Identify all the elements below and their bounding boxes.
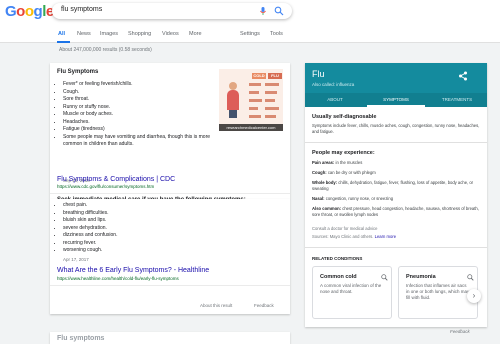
tab-videos[interactable]: Videos [162, 31, 179, 37]
list-item: Sore throat. [63, 96, 213, 104]
symptom-list: chest pain. breathing difficulties. blui… [63, 202, 117, 255]
next-arrow-button[interactable]: › [467, 289, 481, 303]
settings-link[interactable]: Settings [240, 31, 260, 37]
flu-tag: FLU [268, 73, 282, 79]
divider [305, 142, 487, 143]
snippet-title: Flu Symptoms [57, 69, 99, 75]
panel-subtitle: Also called: influenza [312, 82, 355, 87]
sources-note: Sources: Mayo Clinic and others. Learn m… [312, 234, 397, 239]
result-link-cdc[interactable]: Flu Symptoms & Complications | CDC [57, 176, 175, 183]
search-icon [467, 274, 474, 281]
about-result-link[interactable]: About this result [200, 303, 232, 308]
tab-news[interactable]: News [77, 31, 91, 37]
list-item: bluish skin and lips. [63, 217, 117, 225]
list-item: Some people may have vomiting and diarrh… [63, 134, 213, 149]
list-item: dizziness and confusion. [63, 232, 117, 240]
diagnosis-text: Symptoms include fever, chills, muscle a… [312, 123, 480, 134]
active-tab-indicator [367, 105, 425, 107]
result-url-cdc: https://www.cdc.gov/flu/consumer/symptom… [57, 184, 155, 189]
cold-tag: COLD [252, 73, 266, 79]
tab-treatments[interactable]: TREATMENTS [427, 97, 487, 102]
experience-item: Also common: chest pressure, head conges… [312, 206, 479, 217]
image-credit: researchmedicalcenter.com [219, 124, 283, 131]
list-item: Fever* or feeling feverish/chills. [63, 81, 213, 89]
tab-symptoms[interactable]: SYMPTOMS [366, 97, 426, 102]
panel-feedback-link[interactable]: Feedback [450, 329, 470, 334]
list-item: recurring fever. [63, 240, 117, 248]
divider [50, 285, 290, 286]
experience-item: Cough: can be dry or with phlegm [312, 170, 376, 175]
related-card-common-cold[interactable]: Common cold A common viral infection of … [312, 266, 392, 319]
list-item: chest pain. [63, 202, 117, 210]
list-item: breathing difficulties. [63, 210, 117, 218]
featured-snippet: Flu Symptoms Fever* or feeling feverish/… [50, 63, 290, 203]
snippet-list: Fever* or feeling feverish/chills. Cough… [63, 81, 213, 149]
experience-item: Pain areas: in the muscles [312, 160, 363, 165]
diagnosis-title: Usually self-diagnosable [312, 114, 377, 120]
result-link-healthline[interactable]: What Are the 6 Early Flu Symptoms? - Hea… [57, 267, 209, 274]
search-icon[interactable] [274, 6, 284, 16]
share-icon[interactable] [458, 71, 468, 81]
experience-title: People may experience: [312, 150, 375, 156]
logo-letter: o [16, 3, 25, 20]
next-result-card: Flu symptoms [50, 332, 290, 344]
active-tab-indicator [57, 41, 70, 43]
tab-more[interactable]: More [189, 31, 202, 37]
tools-link[interactable]: Tools [270, 31, 283, 37]
tab-shopping[interactable]: Shopping [128, 31, 151, 37]
microphone-icon[interactable] [258, 6, 268, 16]
panel-tabs: ABOUT SYMPTOMS TREATMENTS [305, 93, 487, 107]
featured-snippet-2: chest pain. breathing difficulties. blui… [50, 199, 290, 314]
related-card-desc: Infection that inflames air sacs in one … [406, 283, 470, 300]
related-conditions-title: RELATED CONDITIONS [312, 256, 363, 261]
result-url-healthline: https://www.healthline.com/health/cold-f… [57, 276, 179, 281]
tab-all[interactable]: All [58, 31, 65, 37]
panel-title: Flu [312, 69, 325, 79]
consult-note: Consult a doctor for medical advice [312, 226, 378, 231]
search-box[interactable]: flu symptoms [52, 3, 292, 19]
experience-item: Nasal: congestion, runny nose, or sneezi… [312, 196, 394, 201]
list-item: Fatigue (tiredness) [63, 126, 213, 134]
list-item: Muscle or body aches. [63, 111, 213, 119]
person-illustration [225, 82, 241, 118]
list-item: Cough. [63, 89, 213, 97]
related-card-desc: A common viral infection of the nose and… [320, 283, 382, 294]
tab-images[interactable]: Images [100, 31, 118, 37]
divider [305, 247, 487, 248]
related-card-title: Pneumonia [406, 274, 436, 280]
related-card-pneumonia[interactable]: Pneumonia Infection that inflames air sa… [398, 266, 478, 319]
results-count: About 247,000,000 results (0.58 seconds) [59, 47, 152, 53]
snippet-image[interactable]: COLD FLU researchmedicalcenter.com [219, 69, 283, 131]
panel-header: Flu Also called: influenza ABOUT SYMPTOM… [305, 63, 487, 107]
tab-about[interactable]: ABOUT [305, 97, 365, 102]
logo-letter: g [33, 3, 43, 20]
search-icon [381, 274, 388, 281]
experience-item: Whole body: chills, dehydration, fatigue… [312, 180, 474, 191]
snippet-date: Apr 17, 2017 [63, 257, 89, 262]
feedback-link[interactable]: Feedback [254, 303, 274, 308]
related-card-title: Common cold [320, 274, 357, 280]
knowledge-panel: Flu Also called: influenza ABOUT SYMPTOM… [305, 63, 487, 327]
search-input[interactable]: flu symptoms [61, 6, 102, 13]
list-item: severe dehydration. [63, 225, 117, 233]
learn-more-link[interactable]: Learn more [375, 234, 396, 239]
list-item: Headaches. [63, 119, 213, 127]
divider [50, 193, 290, 194]
logo-letter: G [5, 3, 17, 20]
list-item: worsening cough. [63, 247, 117, 255]
list-item: Runny or stuffy nose. [63, 104, 213, 112]
next-result-title[interactable]: Flu symptoms [57, 335, 104, 342]
header: Google flu symptoms All News Images Shop… [0, 0, 500, 43]
logo-letter: o [24, 3, 34, 20]
google-logo[interactable]: Google [5, 3, 54, 20]
